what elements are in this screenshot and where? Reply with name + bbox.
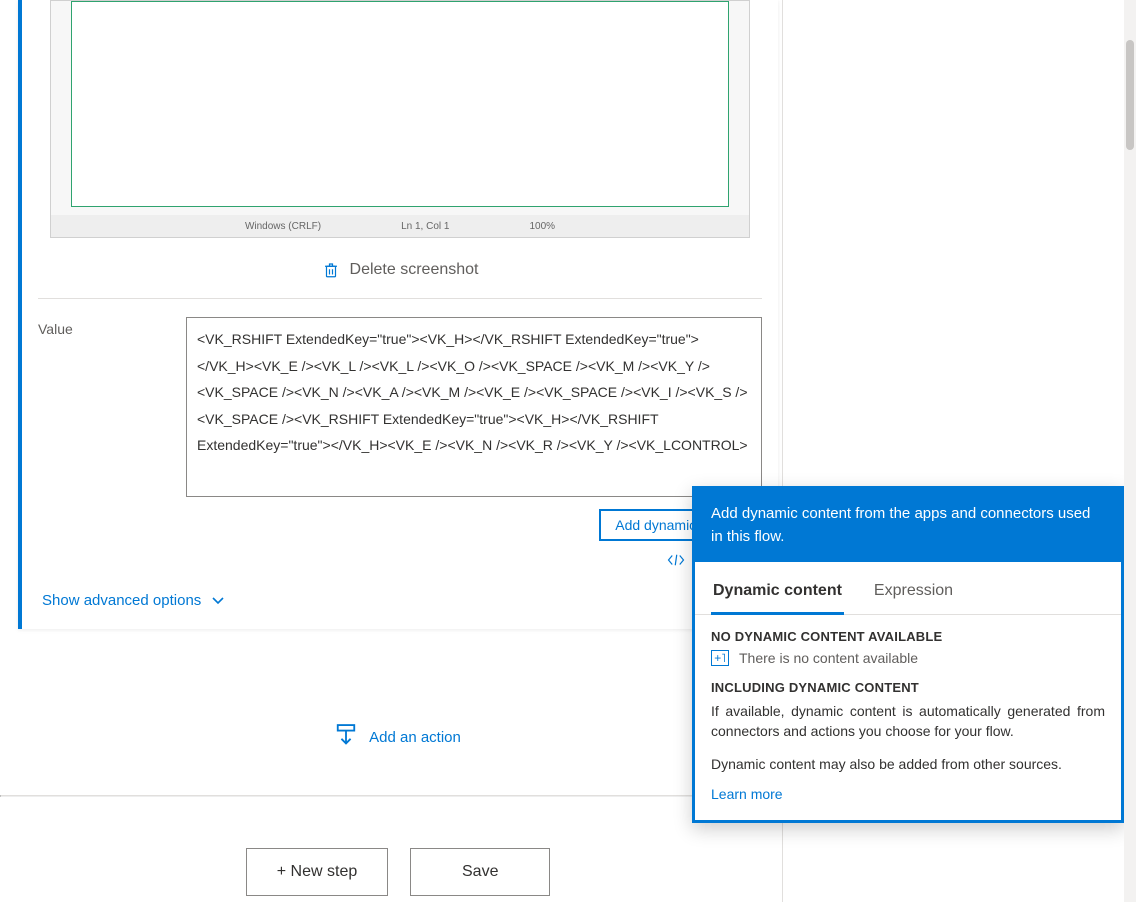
scrollbar-thumb[interactable]: [1126, 40, 1134, 150]
screenshot-inner: [71, 1, 729, 207]
save-button[interactable]: Save: [410, 848, 550, 896]
plus-box-icon: +˥: [711, 650, 729, 666]
no-content-row: +˥ There is no content available: [711, 650, 1105, 666]
no-content-title: NO DYNAMIC CONTENT AVAILABLE: [711, 629, 1105, 644]
including-text: If available, dynamic content is automat…: [711, 701, 1105, 742]
delete-screenshot-button[interactable]: Delete screenshot: [22, 248, 778, 298]
screenshot-preview[interactable]: Windows (CRLF) Ln 1, Col 1 100%: [50, 0, 750, 238]
popup-body: NO DYNAMIC CONTENT AVAILABLE +˥ There is…: [695, 615, 1121, 820]
delete-screenshot-label: Delete screenshot: [350, 261, 479, 279]
new-step-button[interactable]: + New step: [246, 848, 388, 896]
popup-header: Add dynamic content from the apps and co…: [695, 489, 1121, 562]
learn-more-link[interactable]: Learn more: [711, 786, 1105, 802]
tab-expression[interactable]: Expression: [872, 576, 955, 614]
other-sources-text: Dynamic content may also be added from o…: [711, 754, 1105, 774]
show-advanced-toggle[interactable]: Show advanced options: [22, 574, 778, 629]
tab-dynamic-content[interactable]: Dynamic content: [711, 576, 844, 615]
chevron-down-icon: [211, 596, 225, 606]
screenshot-statusbar: Windows (CRLF) Ln 1, Col 1 100%: [51, 215, 749, 237]
edit-code-button[interactable]: Edit code: [22, 541, 778, 574]
code-edit-icon: [667, 553, 685, 567]
add-action-button[interactable]: Add an action: [18, 724, 778, 750]
value-field-label: Value: [38, 317, 168, 337]
value-input[interactable]: <VK_RSHIFT ExtendedKey="true"><VK_H></VK…: [186, 317, 762, 497]
show-advanced-label: Show advanced options: [42, 592, 201, 609]
popup-tabs: Dynamic content Expression: [695, 562, 1121, 615]
insert-step-icon: [335, 724, 357, 750]
window-scrollbar[interactable]: [1124, 0, 1136, 902]
statusbar-crlf: Windows (CRLF): [245, 221, 321, 232]
footer-buttons: + New step Save: [18, 848, 778, 896]
no-content-text: There is no content available: [739, 650, 918, 666]
including-title: INCLUDING DYNAMIC CONTENT: [711, 680, 1105, 695]
statusbar-zoom: 100%: [529, 221, 555, 232]
value-row: Value <VK_RSHIFT ExtendedKey="true"><VK_…: [22, 299, 778, 503]
action-card: Windows (CRLF) Ln 1, Col 1 100% Delete s…: [18, 0, 778, 629]
statusbar-lncol: Ln 1, Col 1: [401, 221, 449, 232]
add-action-label: Add an action: [369, 729, 461, 746]
trash-icon: [322, 260, 340, 280]
dynamic-content-popup: Add dynamic content from the apps and co…: [692, 486, 1124, 823]
